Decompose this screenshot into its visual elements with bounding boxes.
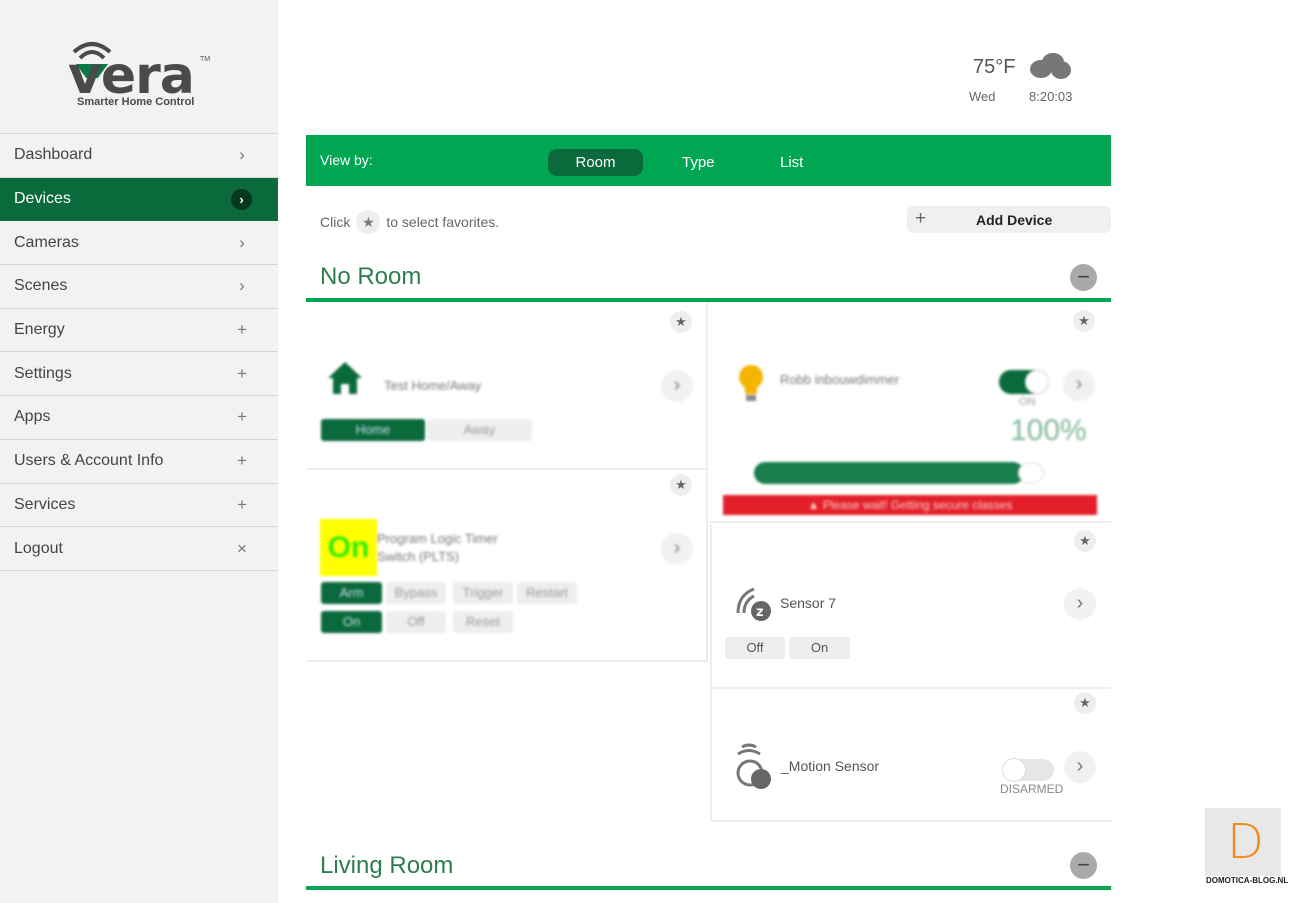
plus-icon: + — [237, 451, 247, 471]
vera-logo: vera TM Smarter Home Control — [68, 38, 218, 113]
tab-room[interactable]: Room — [548, 149, 643, 176]
motion-sensor-icon — [736, 743, 771, 789]
chevron-right-icon: › — [239, 145, 245, 165]
favorites-hint: Click ★ to select favorites. — [320, 210, 499, 234]
collapse-room-button[interactable]: − — [1070, 264, 1097, 291]
room-heading-no-room: No Room — [320, 263, 422, 290]
sidebar-item-label: Scenes — [14, 277, 68, 295]
favorite-star-icon[interactable]: ★ — [670, 311, 692, 333]
sidebar-item-scenes[interactable]: Scenes › — [0, 265, 278, 309]
sensor-on-button[interactable]: On — [789, 637, 850, 659]
tab-list[interactable]: List — [780, 154, 803, 171]
reset-button[interactable]: Reset — [453, 611, 513, 633]
room-divider — [306, 886, 1111, 890]
dim-level: 100% — [1010, 414, 1087, 447]
collapse-room-button[interactable]: − — [1070, 852, 1097, 879]
away-button[interactable]: Away — [427, 419, 532, 441]
device-details-button[interactable]: › — [661, 533, 693, 565]
device-details-button[interactable]: › — [661, 370, 693, 402]
arm-state: DISARMED — [1000, 782, 1064, 796]
off-button[interactable]: Off — [386, 611, 446, 633]
svg-text:z: z — [756, 605, 764, 620]
house-icon — [328, 362, 362, 394]
bypass-button[interactable]: Bypass — [386, 582, 446, 604]
star-icon: ★ — [356, 210, 381, 234]
sidebar-item-settings[interactable]: Settings + — [0, 352, 278, 397]
chevron-right-icon: › — [231, 188, 252, 210]
clock-time: 8:20:03 — [1029, 89, 1073, 104]
arm-button[interactable]: Arm — [321, 582, 382, 604]
favorite-star-icon[interactable]: ★ — [1073, 310, 1095, 332]
on-status-badge: On — [320, 519, 377, 576]
temperature: 75°F — [973, 56, 1016, 78]
favorite-star-icon[interactable]: ★ — [670, 474, 692, 496]
device-card-plts: ★ On Program Logic Timer Switch (PLTS) ›… — [306, 470, 708, 662]
sidebar-item-label: Users & Account Info — [14, 452, 164, 470]
dim-slider[interactable] — [754, 462, 1044, 484]
add-device-button[interactable]: + Add Device — [907, 206, 1111, 233]
device-card-dimmer: ★ Robb inbouwdimmer › ON 100% ▲ Please w… — [710, 302, 1111, 523]
sidebar-item-dashboard[interactable]: Dashboard › — [0, 134, 278, 178]
lightbulb-icon — [739, 365, 763, 401]
device-details-button[interactable]: › — [1064, 751, 1096, 783]
device-details-button[interactable]: › — [1063, 369, 1095, 401]
zwave-sensor-icon: z — [736, 587, 771, 621]
sidebar-item-label: Dashboard — [14, 146, 93, 164]
plus-icon: + — [237, 320, 247, 340]
warning-banner: ▲ Please wait! Getting secure classes — [723, 495, 1097, 515]
device-card-sensor7: ★ z Sensor 7 › Off On — [710, 525, 1111, 689]
sidebar-item-label: Devices — [14, 190, 71, 208]
room-heading-living-room: Living Room — [320, 852, 454, 879]
chevron-right-icon: › — [239, 232, 245, 252]
sidebar-item-users-account-info[interactable]: Users & Account Info + — [0, 440, 278, 484]
restart-button[interactable]: Restart — [517, 582, 577, 604]
on-button[interactable]: On — [321, 611, 382, 633]
favorite-star-icon[interactable]: ★ — [1074, 530, 1096, 552]
sidebar-item-label: Settings — [14, 364, 72, 382]
sidebar-menu: Dashboard › Devices › Cameras › Scenes › Energy +… — [0, 133, 278, 571]
sidebar-item-devices[interactable]: Devices › — [0, 177, 278, 222]
watermark-text: DOMOTICA-BLOG.NL — [1206, 876, 1289, 885]
sidebar-item-label: Services — [14, 495, 76, 513]
device-card-home-away: ★ Test Home/Away › Home Away — [306, 302, 708, 470]
device-details-button[interactable]: › — [1064, 588, 1096, 620]
view-by-label: View by: — [320, 152, 373, 168]
plus-icon: + — [237, 363, 247, 383]
sidebar-item-apps[interactable]: Apps + — [0, 396, 278, 440]
weather-day: Wed — [969, 89, 996, 104]
tab-type[interactable]: Type — [682, 154, 715, 171]
sidebar-item-cameras[interactable]: Cameras › — [0, 221, 278, 266]
trigger-button[interactable]: Trigger — [453, 582, 513, 604]
sidebar-item-label: Apps — [14, 408, 51, 426]
sidebar: vera TM Smarter Home Control Dashboard › D… — [0, 0, 278, 903]
dim-slider-handle[interactable] — [1018, 462, 1044, 484]
chevron-right-icon: › — [239, 276, 245, 296]
sidebar-item-services[interactable]: Services + — [0, 484, 278, 528]
home-button[interactable]: Home — [321, 419, 425, 441]
plus-icon: + — [237, 407, 247, 427]
sidebar-item-logout[interactable]: Logout × — [0, 527, 278, 571]
watermark-logo: D — [1205, 808, 1281, 876]
close-icon: × — [237, 538, 247, 558]
dim-slider-fill — [754, 462, 1024, 484]
toggle-state: ON — [1019, 396, 1036, 408]
arm-toggle[interactable] — [1002, 758, 1054, 782]
power-toggle[interactable] — [999, 370, 1049, 394]
sidebar-item-label: Cameras — [14, 233, 79, 251]
sensor-off-button[interactable]: Off — [725, 637, 785, 659]
cloud-icon — [1030, 53, 1071, 79]
favorite-star-icon[interactable]: ★ — [1074, 692, 1096, 714]
device-card-motion-sensor: ★ _Motion Sensor › DISARMED — [710, 689, 1111, 822]
plus-icon: + — [237, 494, 247, 514]
sidebar-item-label: Energy — [14, 321, 65, 339]
view-by-bar: View by: Room Type List — [306, 135, 1111, 186]
sidebar-item-energy[interactable]: Energy + — [0, 309, 278, 353]
sidebar-item-label: Logout — [14, 539, 63, 557]
plus-icon: + — [915, 208, 927, 229]
